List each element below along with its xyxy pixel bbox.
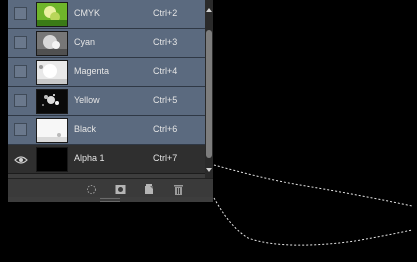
selection-marching-ants <box>213 164 413 246</box>
